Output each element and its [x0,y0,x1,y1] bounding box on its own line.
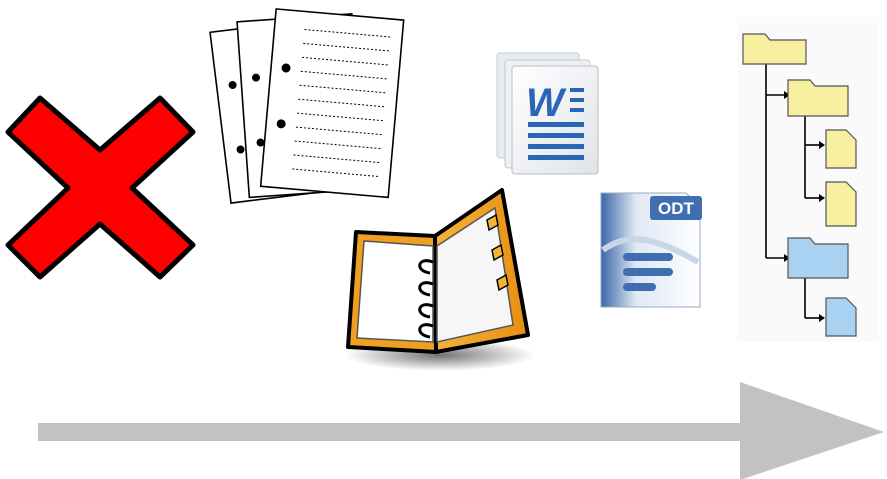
word-letter: W [526,81,567,125]
red-cross-icon [5,95,196,280]
loose-paper-sheets-icon [209,8,405,204]
odt-badge: ODT [658,199,695,218]
folder-tree-icon [737,17,879,342]
odt-document-icon: ODT [600,192,702,308]
illustration-stage: W ODT [0,0,887,479]
illustration-canvas: W ODT [5,8,884,479]
progress-arrow-icon [38,382,884,479]
ring-binder-icon [345,188,535,371]
word-document-icon: W [496,52,599,175]
